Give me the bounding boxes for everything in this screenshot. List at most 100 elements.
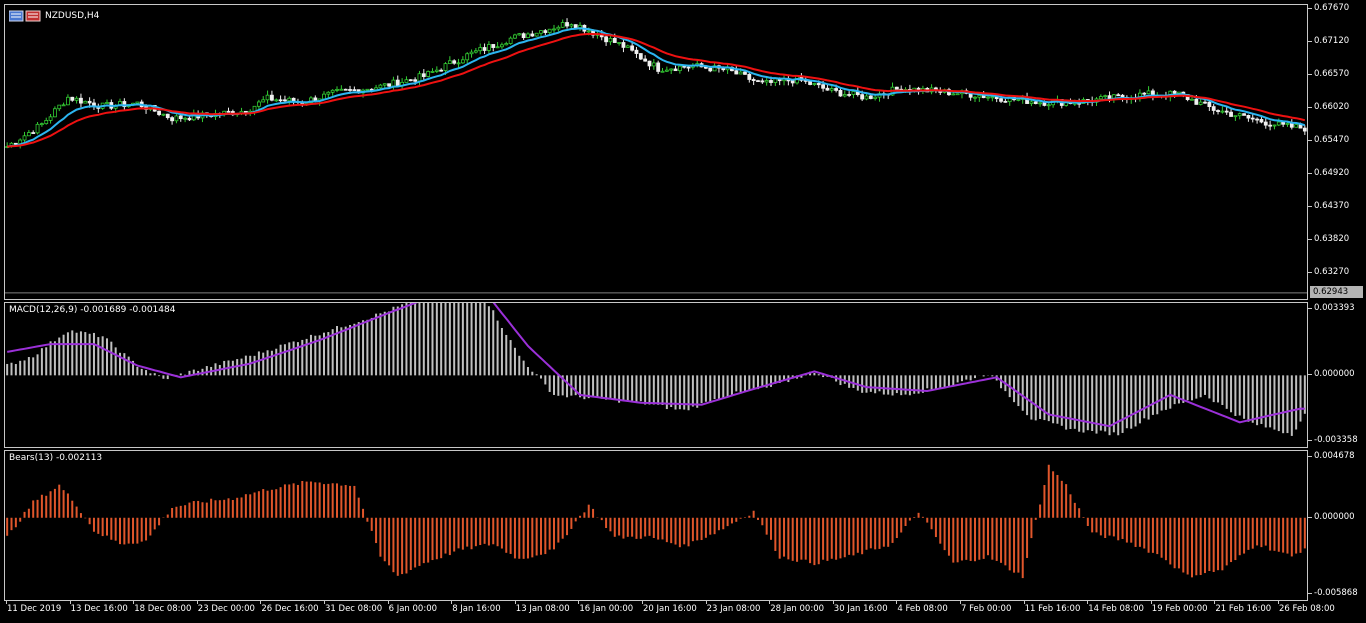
candle-body	[556, 26, 561, 30]
price-tick-label: 0.64370	[1314, 201, 1350, 212]
candle-body	[382, 83, 387, 86]
indicator-tick-mark	[1308, 593, 1312, 594]
price-tick-mark	[1308, 74, 1312, 76]
time-tick-label: 23 Jan 08:00	[706, 604, 761, 614]
macd-title: MACD(12,26,9) -0.001689 -0.001484	[9, 305, 176, 315]
candle-body	[22, 135, 27, 141]
candle-body	[226, 110, 231, 113]
candle-body	[664, 69, 669, 72]
candle-body	[656, 62, 661, 72]
candle-body	[343, 88, 348, 91]
candle-body	[452, 60, 457, 64]
candle-body	[1246, 114, 1251, 119]
candle-body	[569, 24, 574, 27]
candle-body	[1194, 98, 1199, 105]
candle-body	[547, 28, 552, 33]
candle-body	[74, 97, 79, 101]
candle-body	[1190, 98, 1194, 101]
time-tick-label: 18 Dec 08:00	[134, 604, 192, 614]
candle-body	[647, 60, 652, 67]
current-price-badge: 0.62943	[1310, 285, 1363, 298]
bears-power-panel[interactable]: Bears(13) -0.002113	[4, 450, 1308, 601]
candle-body	[560, 22, 565, 28]
candle-body	[873, 96, 878, 99]
candle-body	[1281, 121, 1286, 125]
indicator-tick-label: 0.000000	[1314, 511, 1355, 522]
candle-body	[26, 132, 31, 137]
candle-body	[256, 101, 261, 107]
time-tick-label: 13 Dec 16:00	[70, 604, 128, 614]
time-tick-label: 4 Feb 08:00	[897, 604, 948, 614]
candle-body	[79, 97, 83, 104]
candle-body	[894, 86, 899, 90]
candle-body	[669, 68, 674, 71]
candle-body	[864, 95, 869, 100]
candle-body	[178, 115, 183, 119]
price-tick-label: 0.65470	[1314, 135, 1350, 146]
candle-body	[278, 99, 283, 102]
candle-body	[35, 123, 40, 134]
candle-body	[764, 80, 769, 83]
indicator-tick-mark	[1308, 456, 1312, 457]
candle-body	[1216, 110, 1220, 112]
candle-body	[391, 79, 396, 87]
candle-body	[651, 62, 656, 67]
candle-body	[1237, 113, 1242, 117]
candle-body	[61, 104, 66, 107]
candle-body	[860, 94, 865, 100]
candle-body	[565, 22, 569, 27]
candle-body	[955, 93, 960, 96]
time-tick-label: 26 Dec 16:00	[261, 604, 319, 614]
macd-panel[interactable]: MACD(12,26,9) -0.001689 -0.001484	[4, 302, 1308, 448]
price-tick-mark	[1308, 140, 1312, 142]
candle-body	[1294, 124, 1299, 128]
candle-body	[157, 110, 161, 115]
indicator-tick-mark	[1308, 440, 1312, 441]
price-tick-label: 0.64920	[1314, 168, 1350, 179]
candle-body	[439, 69, 444, 72]
indicator-tick-mark	[1308, 308, 1312, 309]
candle-body	[1042, 102, 1047, 106]
candle-body	[816, 83, 821, 86]
candle-body	[513, 34, 517, 39]
candle-body	[365, 88, 370, 91]
candle-body	[521, 33, 526, 38]
candle-body	[634, 49, 639, 54]
candle-body	[517, 33, 522, 36]
candle-body	[769, 80, 773, 83]
candle-body	[951, 93, 956, 96]
candle-body	[734, 70, 739, 75]
candle-body	[1229, 111, 1233, 117]
candle-body	[408, 79, 413, 82]
candle-body	[790, 80, 795, 84]
time-tick-label: 13 Jan 08:00	[515, 604, 570, 614]
candle-body	[508, 37, 513, 44]
candle-body	[1272, 124, 1277, 127]
time-tick-label: 31 Dec 08:00	[325, 604, 383, 614]
candle-body	[283, 99, 287, 102]
candle-body	[378, 84, 383, 89]
chart-window-icons	[9, 10, 41, 22]
time-tick-label: 28 Jan 00:00	[770, 604, 825, 614]
candle-body	[1255, 118, 1259, 121]
candle-body	[66, 96, 70, 106]
candle-body	[617, 42, 622, 44]
candle-body	[847, 94, 852, 96]
price-tick-label: 0.63270	[1314, 267, 1350, 278]
candle-body	[395, 79, 400, 87]
bears-axis: 0.004678 0.000000 -0.005868	[1308, 450, 1366, 601]
candle-body	[1285, 123, 1290, 125]
candle-body	[543, 30, 548, 33]
price-chart-panel[interactable]: NZDUSD,H4	[4, 4, 1308, 300]
candle-body	[534, 32, 539, 37]
candle-body	[630, 45, 635, 51]
candle-body	[1220, 110, 1225, 113]
candle-body	[990, 96, 995, 99]
candle-body	[287, 97, 292, 102]
candle-body	[1116, 94, 1121, 97]
candle-body	[812, 83, 817, 85]
candle-body	[330, 89, 335, 93]
candle-body	[1233, 115, 1238, 118]
price-tick-mark	[1308, 107, 1312, 109]
candle-body	[986, 96, 990, 99]
